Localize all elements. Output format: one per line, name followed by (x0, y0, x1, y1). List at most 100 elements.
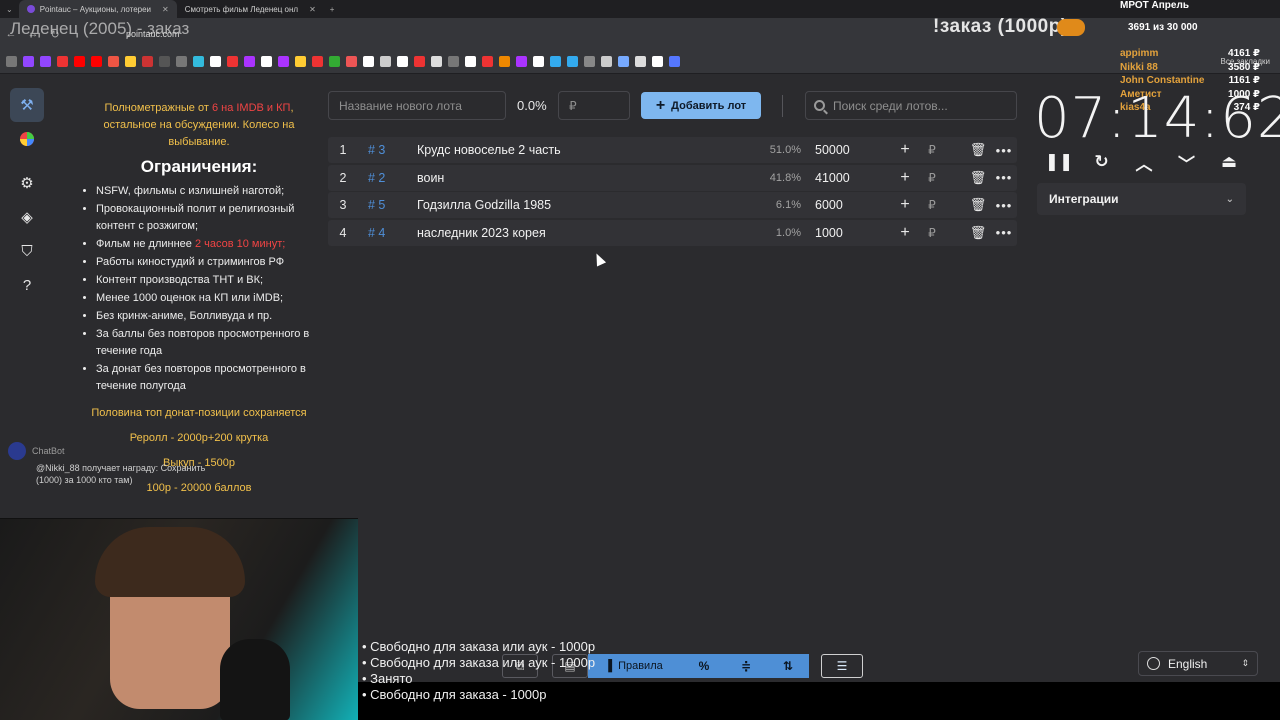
gear-icon[interactable]: ⚙ (10, 166, 44, 200)
rules-button[interactable]: ▐ Правила (588, 654, 683, 678)
bookmark-icon[interactable] (635, 56, 646, 67)
apps-icon[interactable] (6, 56, 17, 67)
bookmark-icon[interactable] (550, 56, 561, 67)
bookmark-icon[interactable] (74, 56, 85, 67)
chevron-down-icon[interactable]: ﹀ (1172, 149, 1202, 175)
bookmark-icon[interactable] (431, 56, 442, 67)
help-icon[interactable]: ? (10, 268, 44, 302)
tab-film[interactable]: Смотреть фильм Леденец онл ✕ (177, 0, 324, 18)
bookmark-icon[interactable] (142, 56, 153, 67)
rule-highlight: 2 часов 10 минут; (194, 238, 286, 250)
trash-icon[interactable]: 🗑 (965, 170, 991, 186)
rule-text: Менее 1000 оценок на КП или iMDB; (96, 292, 284, 304)
bookmark-icon[interactable] (652, 56, 663, 67)
chevron-down-icon: ⌄ (1225, 193, 1234, 205)
lot-name[interactable]: Годзилла Godzilla 1985 (417, 198, 755, 212)
bookmark-icon[interactable] (278, 56, 289, 67)
rules-item: Без кринж-аниме, Болливуда и пр. (96, 308, 318, 325)
add-amount-icon[interactable]: + (893, 169, 917, 187)
lot-row: 1 # 3 Крудс новоселье 2 часть 51.0% 5000… (328, 137, 1017, 163)
bookmark-icon[interactable] (91, 56, 102, 67)
bookmark-icon[interactable] (533, 56, 544, 67)
bookmark-icon[interactable] (227, 56, 238, 67)
add-amount-icon[interactable]: + (893, 196, 917, 214)
trash-icon[interactable]: 🗑 (965, 142, 991, 158)
bookmark-icon[interactable] (482, 56, 493, 67)
trash-icon[interactable]: 🗑 (965, 197, 991, 213)
chevron-up-icon[interactable]: ︿ (1129, 149, 1159, 175)
add-amount-icon[interactable]: + (893, 224, 917, 242)
split-icon[interactable]: ≑ (725, 654, 767, 678)
more-icon[interactable]: ••• (991, 198, 1017, 213)
bookmark-icon[interactable] (329, 56, 340, 67)
lot-amount[interactable]: 50000 (815, 143, 893, 157)
more-icon[interactable]: ••• (991, 170, 1017, 185)
bookmark-icon[interactable] (40, 56, 51, 67)
bookmark-icon[interactable] (618, 56, 629, 67)
chatbot-message: @Nikki_88 получает награду: Сохранить (1… (36, 463, 206, 485)
pause-icon[interactable]: ❚❚ (1044, 149, 1074, 175)
add-amount-icon[interactable]: + (893, 141, 917, 159)
lot-name[interactable]: воин (417, 171, 755, 185)
bookmark-icon[interactable] (414, 56, 425, 67)
add-lot-button[interactable]: + Добавить лот (641, 92, 761, 119)
bookmark-icon[interactable] (465, 56, 476, 67)
donor-name: Nikki 88 (1120, 61, 1158, 73)
bookmark-icon[interactable] (295, 56, 306, 67)
bookmark-icon[interactable] (397, 56, 408, 67)
lot-name[interactable]: Крудс новоселье 2 часть (417, 143, 755, 157)
auction-hammer-icon[interactable]: ⚒ (10, 88, 44, 122)
language-select[interactable]: English ⇕ (1138, 651, 1258, 676)
bookmark-icon[interactable] (669, 56, 680, 67)
eject-icon[interactable]: ⏏ (1214, 149, 1244, 175)
bookmark-icon[interactable] (210, 56, 221, 67)
lots-table: 1 # 3 Крудс новоселье 2 часть 51.0% 5000… (328, 137, 1017, 247)
bookmark-icon[interactable] (193, 56, 204, 67)
plus-icon: + (655, 96, 666, 114)
bookmark-icon[interactable] (567, 56, 578, 67)
trash-icon[interactable]: 🗑 (965, 225, 991, 241)
bookmark-icon[interactable] (159, 56, 170, 67)
bookmark-icon[interactable] (499, 56, 510, 67)
lot-amount[interactable]: 6000 (815, 198, 893, 212)
lot-amount[interactable]: 41000 (815, 171, 893, 185)
close-tab-icon[interactable]: ✕ (162, 5, 169, 14)
bookmark-icon[interactable] (346, 56, 357, 67)
wheel-icon[interactable] (10, 122, 44, 156)
rules-item: Контент производства ТНТ и ВК; (96, 272, 318, 289)
layers-icon[interactable]: ◈ (10, 200, 44, 234)
bookmark-icon[interactable] (584, 56, 595, 67)
tab-pointauc[interactable]: Pointauc – Аукционы, лотереи ✕ (18, 0, 177, 18)
percent-icon[interactable]: % (683, 654, 725, 678)
bookmark-icon[interactable] (176, 56, 187, 67)
bookmark-icon[interactable] (108, 56, 119, 67)
lot-amount[interactable]: 1000 (815, 226, 893, 240)
more-icon[interactable]: ••• (991, 225, 1017, 240)
bookmark-icon[interactable] (244, 56, 255, 67)
bookmark-icon[interactable] (261, 56, 272, 67)
shield-icon[interactable]: ⛉ (10, 234, 44, 268)
lot-amount-input[interactable]: ₽ (558, 91, 630, 120)
bookmark-icon[interactable] (363, 56, 374, 67)
bookmark-icon[interactable] (380, 56, 391, 67)
more-icon[interactable]: ••• (991, 143, 1017, 158)
integrations-dropdown[interactable]: Интеграции ⌄ (1037, 183, 1246, 215)
close-tab-icon[interactable]: ✕ (309, 5, 316, 14)
reset-icon[interactable]: ↻ (1087, 149, 1117, 175)
bookmark-icon[interactable] (601, 56, 612, 67)
bookmark-icon[interactable] (57, 56, 68, 67)
bookmark-icon[interactable] (23, 56, 34, 67)
microphone (220, 639, 290, 720)
webcam-feed (0, 518, 358, 720)
lot-name-input[interactable]: Название нового лота (328, 91, 506, 120)
sort-icon[interactable]: ⇅ (767, 654, 809, 678)
bookmark-icon[interactable] (516, 56, 527, 67)
clear-icon[interactable]: ☰ (821, 654, 863, 678)
lot-name[interactable]: наследник 2023 корея (417, 226, 755, 240)
bookmark-icon[interactable] (448, 56, 459, 67)
tab-list-icon[interactable]: ⌄ (0, 5, 19, 14)
bookmark-icon[interactable] (312, 56, 323, 67)
lot-search-input[interactable]: Поиск среди лотов... (805, 91, 1017, 120)
new-tab-icon[interactable]: + (324, 5, 341, 14)
bookmark-icon[interactable] (125, 56, 136, 67)
